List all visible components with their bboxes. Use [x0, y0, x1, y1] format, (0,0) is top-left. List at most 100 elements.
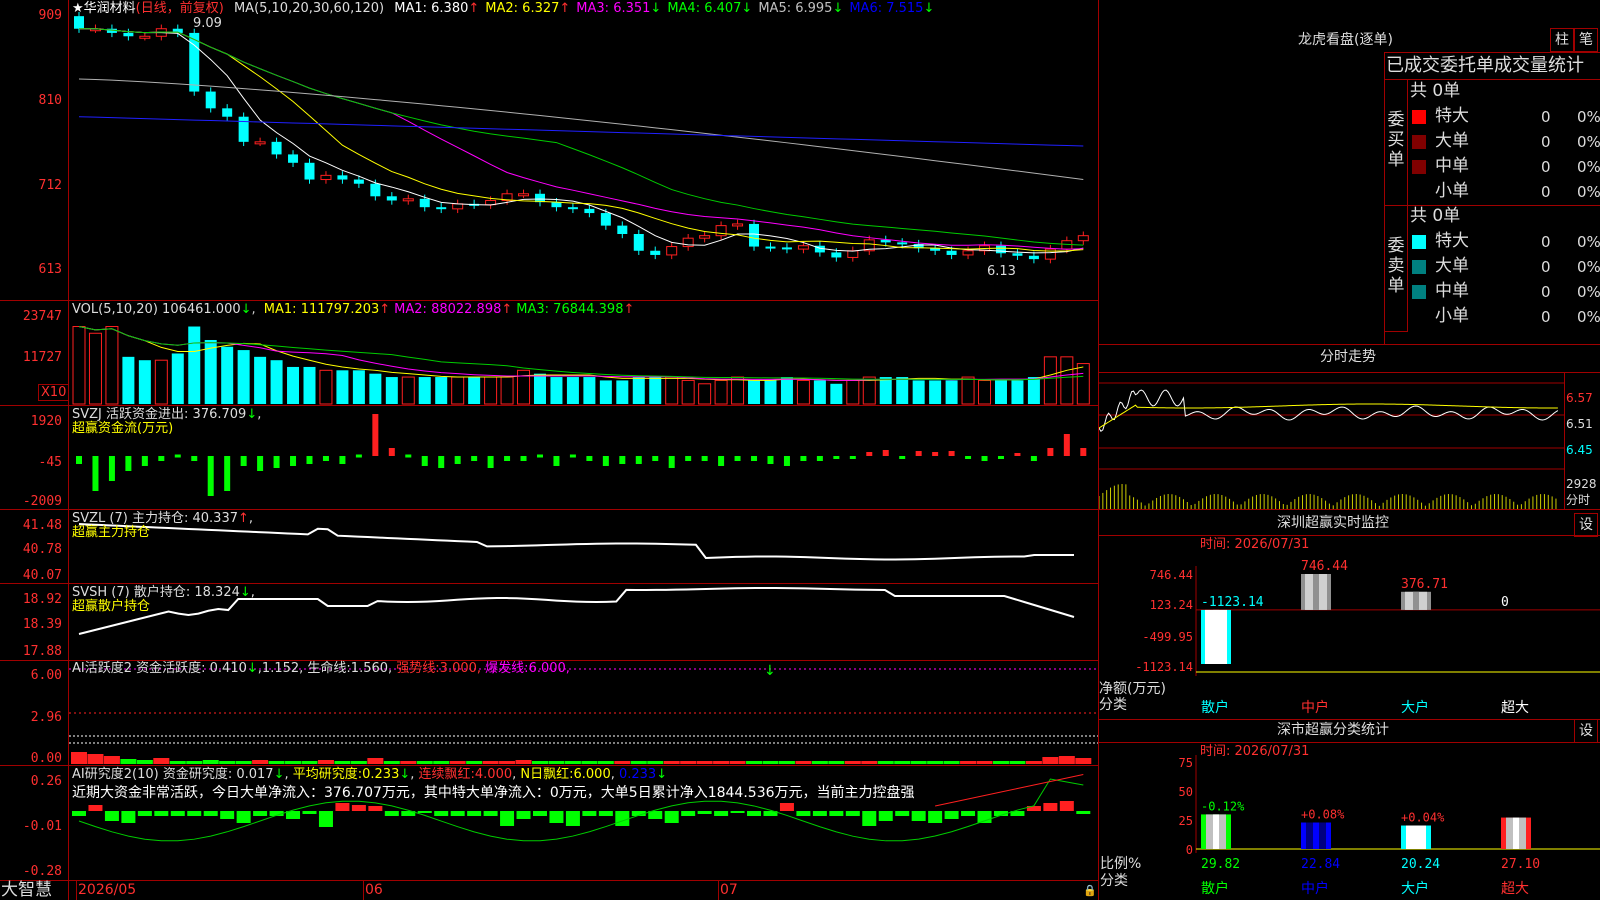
intraday-chart[interactable] — [1099, 373, 1565, 509]
monitor-settings-button[interactable]: 设 — [1574, 513, 1598, 537]
svzl-subtitle: 超赢主力持仓 — [72, 525, 151, 540]
volume-bar-up — [72, 326, 86, 405]
research-bar — [796, 811, 811, 816]
fund-flow-bar — [240, 456, 247, 466]
avg-label: 平均研究度: — [292, 767, 363, 782]
divider — [1384, 52, 1385, 344]
activity-bar — [663, 761, 680, 764]
research-bar — [928, 811, 943, 823]
candle-up — [666, 246, 678, 256]
fund-flow-bar — [224, 456, 231, 491]
y-tick: -0.28 — [22, 864, 62, 879]
order-percent: 0% — [1577, 283, 1600, 301]
candle-down — [617, 225, 628, 234]
kline-svg — [74, 11, 1089, 264]
volume-header: VOL(5,10,20) 106461.000↓, MA1: 111797.20… — [72, 302, 635, 317]
candle-down — [749, 223, 760, 247]
y-tick: 6.00 — [30, 668, 62, 683]
divider — [1384, 331, 1408, 332]
research-bar — [253, 811, 268, 816]
candle-down — [436, 207, 447, 210]
fund-flow-bar — [471, 456, 478, 461]
arrow-icon: ↓ — [923, 1, 935, 16]
intraday-unit: 分时 — [1566, 493, 1591, 507]
y-tick: 75 — [1179, 756, 1193, 770]
sell-total: 共 0单 — [1410, 206, 1461, 226]
column-view-button[interactable]: 柱 — [1550, 28, 1574, 52]
volume-ma-3: MA3: 76844.398 — [516, 302, 624, 317]
candle-down — [781, 247, 792, 250]
high-marker: 9.09 — [193, 16, 222, 31]
candle-down — [584, 208, 595, 214]
research-bar — [154, 811, 169, 816]
fund-flow-bar — [701, 456, 708, 461]
flow-value-label: 0 — [1501, 595, 1509, 610]
activity-bar — [614, 761, 631, 764]
y-tick: 6.57 — [1566, 391, 1593, 405]
category-label: 中户 — [1301, 880, 1329, 897]
ma-line-5 — [79, 28, 1084, 254]
ai-research-chart[interactable] — [69, 766, 1098, 880]
volume-bar-up — [978, 379, 992, 405]
n-label: N日飘红: — [520, 767, 574, 782]
fund-flow-bar — [619, 456, 626, 464]
ratio-bar-core — [1513, 817, 1519, 849]
activity-bar — [317, 760, 334, 764]
y-tick: 18.92 — [22, 592, 62, 607]
volume-bar-down — [188, 326, 201, 404]
fund-flow-bar — [800, 456, 807, 461]
research-bar — [170, 811, 185, 816]
research-bar — [615, 811, 630, 826]
y-tick: 2.96 — [30, 710, 62, 725]
order-color-swatch — [1412, 235, 1426, 249]
monitor-chart[interactable]: 746.44 123.24 -499.95 -1123.14 -1123.14 散户 746… — [1099, 536, 1600, 720]
order-size-label: 小单 — [1435, 306, 1469, 326]
volume-ma-values: MA1: 111797.203↑ MA2: 88022.898↑ MA3: 7684… — [260, 302, 635, 317]
volume-bar-down — [583, 377, 596, 404]
ai-activity-chart[interactable]: ↓ — [69, 661, 1098, 765]
volume-bar-down — [780, 377, 793, 404]
strong-label: 强势线: — [396, 661, 440, 676]
activity-bar — [499, 761, 516, 764]
activity-bar — [301, 761, 318, 764]
fund-flow-bar — [372, 414, 379, 456]
brand-logo: 大智慧 — [1, 880, 52, 900]
activity-bar — [811, 761, 828, 764]
fund-flow-bar — [668, 456, 675, 468]
last-value: 0.233 — [618, 767, 657, 782]
fund-flow-bar — [767, 456, 774, 464]
activity-bar — [334, 761, 351, 764]
classify-chart[interactable]: 75 50 25 0 -0.12% 29.82 散户 +0.08% 22.84 中户 +0.04% 2… — [1099, 743, 1600, 900]
fund-flow-bar — [257, 456, 264, 471]
ma-value-5: MA5: 6.995 — [758, 1, 833, 16]
arrow-icon: ↑ — [379, 302, 391, 317]
category-label: 超大 — [1501, 700, 1529, 716]
research-bar — [384, 811, 399, 816]
research-bar — [582, 811, 597, 816]
fund-flow-bar — [405, 454, 412, 458]
classify-settings-button[interactable]: 设 — [1574, 719, 1598, 743]
volume-bar-up — [484, 376, 498, 405]
stock-name[interactable]: ★华润材料 — [72, 1, 136, 16]
candle-down — [304, 162, 315, 180]
activity-bar — [71, 752, 87, 764]
volume-bar-down — [616, 380, 629, 404]
flow-bar-core — [1213, 609, 1219, 664]
tick-view-button[interactable]: 笔 — [1574, 28, 1598, 52]
classify-svg: 75 50 25 0 -0.12% 29.82 散户 +0.08% 22.84 中户 +0.04% 2… — [1179, 755, 1600, 897]
arrow-icon: ↓ — [741, 1, 753, 16]
y-tick: 909 — [38, 8, 62, 23]
candle-down — [419, 198, 430, 208]
volume-bar-up — [1060, 356, 1074, 405]
flow-value-label: -1123.14 — [1201, 595, 1264, 610]
fund-flow-bar — [816, 456, 823, 461]
volume-bar-down — [204, 339, 217, 404]
research-bar — [220, 811, 235, 819]
lock-icon[interactable]: 🔒 — [1083, 883, 1097, 898]
order-color-swatch — [1412, 135, 1426, 149]
kline-chart[interactable] — [69, 0, 1098, 300]
ai-activity-label: AI活跃度2 资金活跃度: — [72, 661, 206, 676]
volume-bar-down — [221, 346, 234, 404]
fund-flow-bar — [125, 456, 132, 471]
fenshi-title: 分时走势 — [1320, 349, 1376, 365]
